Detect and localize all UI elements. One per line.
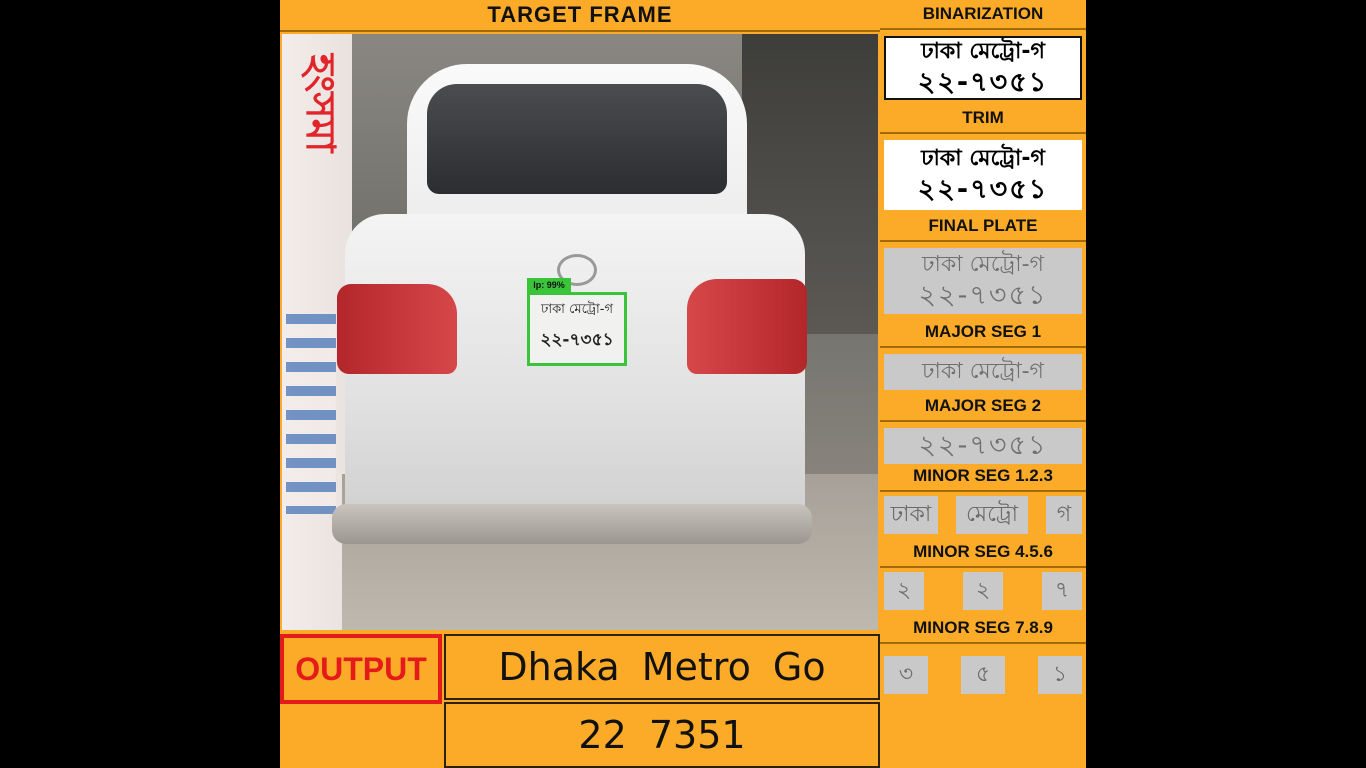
final-line2: ২২-৭৩৫১ [918,280,1048,311]
minor-seg-5: ২ [963,572,1003,610]
trim-plate: ঢাকা মেট্রো-গ ২২-৭৩৫১ [884,140,1082,210]
minor-seg-6: ৭ [1042,572,1082,610]
final-line1: ঢাকা মেট্রো-গ [922,252,1044,277]
output-button[interactable]: OUTPUT [280,634,442,704]
output-line-1: Dhaka Metro Go [444,634,880,700]
minor-seg-1: ঢাকা [884,496,938,534]
major-seg-1-title: MAJOR SEG 1 [880,318,1086,348]
trim-title: TRIM [880,104,1086,134]
detected-plate-line2: ২২-৭৩৫১ [540,330,614,350]
minor-seg-789-row: ৩ ৫ ১ [884,656,1082,694]
minor-seg-8: ৫ [961,656,1005,694]
output-area: OUTPUT Dhaka Metro Go 22 7351 [280,632,880,768]
car-bumper [332,504,812,544]
wall-poster [286,314,336,514]
car-rear-window [427,84,727,194]
major-seg-2-text: ২২-৭৩৫১ [918,430,1048,461]
plate-detection-box: ঢাকা মেট্রো-গ ২২-৭৩৫১ [527,292,627,366]
detected-plate-line1: ঢাকা মেট্রো-গ [540,302,614,317]
detection-label: lp: 99% [527,278,571,292]
minor-seg-123-title: MINOR SEG 1.2.3 [880,462,1086,492]
trim-line1: ঢাকা মেট্রো-গ [921,146,1045,171]
major-seg-2-plate: ২২-৭৩৫১ [884,428,1082,464]
minor-seg-2: মেট্রো [956,496,1028,534]
minor-seg-3: গ [1046,496,1082,534]
car-taillight-left [337,284,457,374]
final-plate-title: FINAL PLATE [880,212,1086,242]
target-frame-title: TARGET FRAME [280,0,880,32]
trim-line2: ২২-৭৩৫১ [917,174,1049,205]
major-seg-1-plate: ঢাকা মেট্রো-গ [884,354,1082,390]
output-line-2: 22 7351 [444,702,880,768]
minor-seg-123-row: ঢাকা মেট্রো গ [884,496,1082,534]
minor-seg-456-row: ২ ২ ৭ [884,572,1082,610]
minor-seg-7: ৩ [884,656,928,694]
car-taillight-right [687,279,807,374]
binarization-line2: ২২-৭৩৫১ [917,67,1049,98]
processing-panel: BINARIZATION ঢাকা মেট্রো-গ ২২-৭৩৫১ TRIM … [880,0,1086,768]
final-plate: ঢাকা মেট্রো-গ ২২-৭৩৫১ [884,248,1082,314]
major-seg-1-text: ঢাকা মেট্রো-গ [922,359,1044,384]
anpr-dashboard: TARGET FRAME হংসমা lp: 99% ঢাকা মেট্রো-গ… [280,0,1086,768]
major-seg-2-title: MAJOR SEG 2 [880,392,1086,422]
binarization-line1: ঢাকা মেট্রো-গ [921,39,1045,64]
minor-seg-4: ২ [884,572,924,610]
minor-seg-9: ১ [1038,656,1082,694]
binarization-plate: ঢাকা মেট্রো-গ ২২-৭৩৫১ [884,36,1082,100]
minor-seg-789-title: MINOR SEG 7.8.9 [880,614,1086,644]
target-frame-view: হংসমা lp: 99% ঢাকা মেট্রো-গ ২২-৭৩৫১ [282,34,878,630]
minor-seg-456-title: MINOR SEG 4.5.6 [880,538,1086,568]
binarization-title: BINARIZATION [880,0,1086,30]
